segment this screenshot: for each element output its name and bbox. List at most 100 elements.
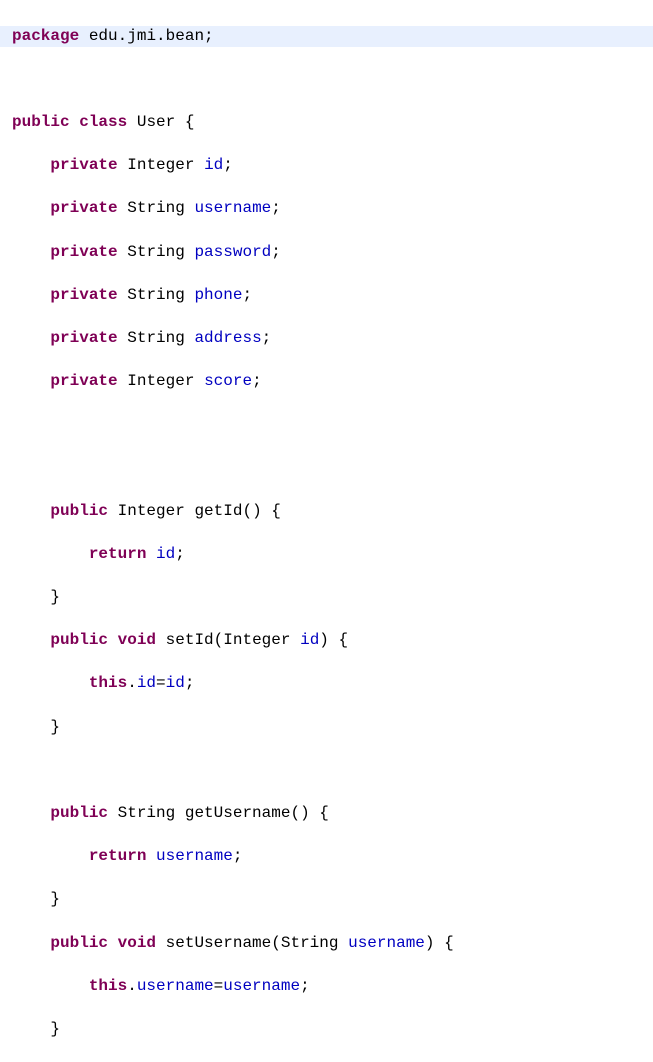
semicolon: ; [252,372,262,390]
keyword-public: public [50,502,108,520]
field-name: address [194,329,261,347]
keyword-public: public [12,113,70,131]
method-name: setId [166,631,214,649]
code-line: return id; [0,544,653,566]
field-ref: id [137,674,156,692]
code-line-blank [0,414,653,436]
field-name: password [194,243,271,261]
semicolon: ; [233,847,243,865]
field-name: phone [194,286,242,304]
keyword-private: private [50,156,117,174]
code-line: this.username=username; [0,976,653,998]
code-line: this.id=id; [0,673,653,695]
keyword-this: this [89,674,127,692]
keyword-void: void [118,631,156,649]
code-editor: package edu.jmi.bean; public class User … [0,0,653,1062]
keyword-return: return [89,847,147,865]
code-line: public class User { [0,112,653,134]
keyword-this: this [89,977,127,995]
type: Integer [127,156,194,174]
type: String [127,286,185,304]
semicolon: ; [175,545,185,563]
type: Integer [118,502,185,520]
semicolon: ; [185,674,195,692]
dot: . [127,674,137,692]
field-ref: username [156,847,233,865]
semicolon: ; [204,27,214,45]
semicolon: ; [271,243,281,261]
code-line: } [0,1019,653,1041]
keyword-private: private [50,199,117,217]
semicolon: ; [262,329,272,347]
param-name: username [348,934,425,952]
param-name: id [300,631,319,649]
code-line: private String username; [0,198,653,220]
keyword-return: return [89,545,147,563]
code-line: public void setUsername(String username)… [0,933,653,955]
brace-close: } [50,718,60,736]
code-line: } [0,587,653,609]
field-ref: id [156,545,175,563]
code-line: private Integer score; [0,371,653,393]
field-name: username [194,199,271,217]
type: String [127,199,185,217]
type: Integer [127,372,194,390]
param-ref: id [166,674,185,692]
brace-close: } [50,890,60,908]
keyword-public: public [50,804,108,822]
dot: . [127,977,137,995]
method-name: setUsername [166,934,272,952]
method-name: getUsername [185,804,291,822]
keyword-class: class [79,113,127,131]
paren-open: ( [271,934,281,952]
code-line-blank [0,457,653,479]
paren-open: ( [214,631,224,649]
method-rest: () { [290,804,328,822]
space [79,27,89,45]
code-line-blank [0,760,653,782]
keyword-package: package [12,27,79,45]
semicolon: ; [223,156,233,174]
keyword-private: private [50,329,117,347]
method-rest: ) { [319,631,348,649]
keyword-public: public [50,631,108,649]
code-line: } [0,889,653,911]
keyword-private: private [50,243,117,261]
code-line: public String getUsername() { [0,803,653,825]
method-name: getId [194,502,242,520]
code-line: return username; [0,846,653,868]
type: String [118,804,176,822]
param-type: String [281,934,339,952]
class-name: User [137,113,175,131]
code-line: public void setId(Integer id) { [0,630,653,652]
code-line: package edu.jmi.bean; [0,26,653,48]
code-line: } [0,717,653,739]
param-ref: username [223,977,300,995]
brace-open: { [185,113,195,131]
method-rest: () { [242,502,280,520]
code-line: private String phone; [0,285,653,307]
brace-close: } [50,1020,60,1038]
package-name: edu.jmi.bean [89,27,204,45]
keyword-private: private [50,372,117,390]
semicolon: ; [271,199,281,217]
code-line: private String address; [0,328,653,350]
field-ref: username [137,977,214,995]
keyword-private: private [50,286,117,304]
type: String [127,243,185,261]
brace-close: } [50,588,60,606]
semicolon: ; [242,286,252,304]
method-rest: ) { [425,934,454,952]
code-line-blank [0,69,653,91]
keyword-public: public [50,934,108,952]
type: String [127,329,185,347]
code-line: public Integer getId() { [0,501,653,523]
code-line: private String password; [0,242,653,264]
equals: = [214,977,224,995]
code-line: private Integer id; [0,155,653,177]
param-type: Integer [223,631,290,649]
field-name: id [204,156,223,174]
equals: = [156,674,166,692]
keyword-void: void [118,934,156,952]
semicolon: ; [300,977,310,995]
